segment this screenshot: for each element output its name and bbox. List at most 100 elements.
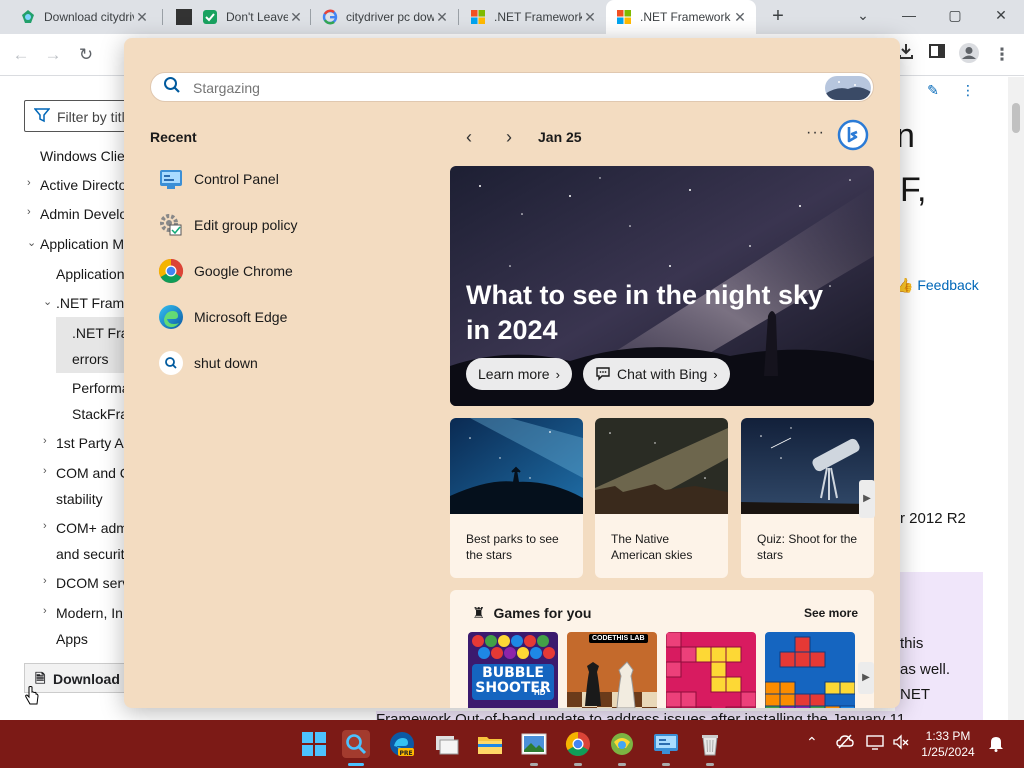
- control-panel-icon[interactable]: [652, 730, 680, 758]
- card-image: [741, 418, 874, 514]
- microsoft-favicon: [470, 9, 486, 25]
- game-tile-block-puzzle[interactable]: [666, 632, 756, 708]
- start-icon[interactable]: [300, 730, 328, 758]
- see-more-link[interactable]: See more: [804, 606, 858, 620]
- nav-item[interactable]: › COM and C: [43, 465, 130, 481]
- recent-item-shut-down[interactable]: shut down: [158, 346, 418, 380]
- bing-chat-icon[interactable]: [837, 119, 869, 151]
- nav-item[interactable]: Apps: [56, 631, 88, 647]
- nav-item[interactable]: › Modern, In: [43, 605, 123, 621]
- nav-item[interactable]: Application: [56, 266, 125, 282]
- tab-citydriver-search[interactable]: citydriver pc download ✕: [312, 0, 458, 34]
- check-favicon: [202, 9, 218, 25]
- more-options-icon[interactable]: ···: [806, 124, 825, 142]
- chevron-right-icon[interactable]: ›: [496, 127, 522, 148]
- nav-item[interactable]: and securit: [56, 546, 124, 562]
- close-icon[interactable]: ✕: [582, 9, 598, 26]
- nav-item[interactable]: stability: [56, 491, 103, 507]
- close-window-button[interactable]: ✕: [978, 0, 1024, 32]
- nav-item[interactable]: › COM+ adm: [43, 520, 128, 536]
- google-favicon: [322, 9, 338, 25]
- cloud-offline-icon[interactable]: [836, 734, 854, 753]
- games-section: ♜ Games for you See more BUBBLE SHOOTER …: [450, 590, 874, 708]
- edit-pencil-icon[interactable]: ✎: [920, 77, 946, 103]
- cards-next-button[interactable]: ▶: [859, 480, 875, 518]
- search-highlight-thumbnail[interactable]: [825, 76, 871, 100]
- minimize-button[interactable]: —: [886, 0, 932, 32]
- recent-item-label: shut down: [194, 355, 258, 371]
- close-icon[interactable]: ✕: [732, 9, 748, 26]
- nav-item[interactable]: › DCOM serv: [43, 575, 129, 591]
- forward-arrow-icon[interactable]: →: [40, 42, 66, 68]
- reload-icon[interactable]: ↻: [73, 42, 99, 68]
- search-box[interactable]: [150, 72, 874, 102]
- tab-title: Don't Leave: [226, 10, 288, 24]
- game-tile-chess[interactable]: CODETHIS LAB: [567, 632, 657, 708]
- volume-muted-icon[interactable]: [892, 734, 910, 753]
- tab-net-framework[interactable]: .NET Framework ✕: [460, 0, 606, 34]
- nav-item[interactable]: Performa: [72, 380, 130, 396]
- close-icon[interactable]: ✕: [288, 9, 304, 26]
- tab-title: .NET Framework: [640, 10, 731, 24]
- recent-item-label: Google Chrome: [194, 263, 293, 279]
- learn-more-button[interactable]: Learn more ›: [466, 358, 572, 390]
- chevron-up-icon[interactable]: ⌃: [806, 734, 818, 751]
- page-scrollbar[interactable]: [1008, 77, 1024, 720]
- chat-bubble-icon: [595, 365, 611, 384]
- nav-item[interactable]: › 1st Party Ap: [43, 435, 131, 451]
- story-card-parks[interactable]: Best parks to see the stars: [450, 418, 583, 578]
- article-text: Framework Out-of-band update to address …: [376, 711, 906, 720]
- tab-search-icon[interactable]: ⌄: [840, 0, 886, 32]
- feedback-link[interactable]: 👍 Feedback: [896, 277, 979, 294]
- search-icon: [163, 76, 181, 99]
- story-card-quiz[interactable]: Quiz: Shoot for the stars: [741, 418, 874, 578]
- menu-dots-icon[interactable]: ⋮: [989, 42, 1015, 68]
- game-tile-bubble-shooter[interactable]: BUBBLE SHOOTER HD: [468, 632, 558, 708]
- edge-pre-icon[interactable]: PRE: [388, 730, 416, 758]
- recent-item-chrome[interactable]: Google Chrome: [158, 254, 418, 288]
- more-options-icon[interactable]: ⋮: [955, 77, 981, 103]
- taskbar-search-icon[interactable]: [342, 730, 370, 758]
- game-tile-badge: HD: [534, 688, 546, 697]
- chess-pieces-icon: ♜: [472, 605, 486, 622]
- story-card-native-skies[interactable]: The Native American skies: [595, 418, 728, 578]
- search-icon: [158, 350, 184, 376]
- hero-card[interactable]: What to see in the night sky in 2024 Lea…: [450, 166, 874, 406]
- tab-dont-leave[interactable]: Don't Leave ✕: [166, 0, 312, 34]
- chat-with-bing-button[interactable]: Chat with Bing ›: [583, 358, 730, 390]
- notification-bell-icon[interactable]: [988, 734, 1004, 755]
- game-tile-badge: CODETHIS LAB: [589, 634, 648, 643]
- tab-net-framework-active[interactable]: .NET Framework ✕: [606, 0, 756, 34]
- side-panel-icon[interactable]: [924, 42, 950, 68]
- taskbar-clock[interactable]: 1:33 PM 1/25/2024: [918, 728, 978, 760]
- recent-item-edge[interactable]: Microsoft Edge: [158, 300, 418, 334]
- scrollbar-thumb[interactable]: [1012, 103, 1020, 133]
- chevron-left-icon[interactable]: ‹: [456, 127, 482, 148]
- maximize-button[interactable]: ▢: [932, 0, 978, 32]
- games-next-button[interactable]: ▶: [858, 662, 874, 694]
- tab-download-citydriver[interactable]: Download citydriver ✕: [10, 0, 158, 34]
- game-tile-tetris[interactable]: [765, 632, 855, 708]
- back-arrow-icon[interactable]: ←: [8, 42, 34, 68]
- new-tab-button[interactable]: +: [766, 4, 790, 28]
- file-explorer-icon[interactable]: [476, 730, 504, 758]
- chrome-icon[interactable]: [564, 730, 592, 758]
- nav-item[interactable]: Windows Client: [40, 148, 136, 164]
- nav-item-selected[interactable]: .NET Fra: [72, 325, 129, 341]
- display-icon[interactable]: [866, 734, 884, 753]
- recent-item-control-panel[interactable]: Control Panel: [158, 162, 418, 196]
- profile-avatar-icon[interactable]: [956, 42, 982, 68]
- nav-item-selected[interactable]: errors: [72, 351, 109, 367]
- download-pdf-button[interactable]: 🗎 Download F: [24, 663, 134, 693]
- chevron-right-icon: ›: [555, 366, 560, 382]
- task-view-icon[interactable]: [432, 730, 460, 758]
- photos-icon[interactable]: [520, 730, 548, 758]
- windows-taskbar: PRE ⌃ 1:33 PM 1/25/2024: [0, 720, 1024, 768]
- recent-item-group-policy[interactable]: Edit group policy: [158, 208, 418, 242]
- close-icon[interactable]: ✕: [434, 9, 450, 26]
- recycle-bin-icon[interactable]: [696, 730, 724, 758]
- hand-cursor-icon: [24, 686, 40, 711]
- close-icon[interactable]: ✕: [134, 9, 150, 26]
- city-driver-icon[interactable]: [608, 730, 636, 758]
- search-input[interactable]: [193, 77, 753, 99]
